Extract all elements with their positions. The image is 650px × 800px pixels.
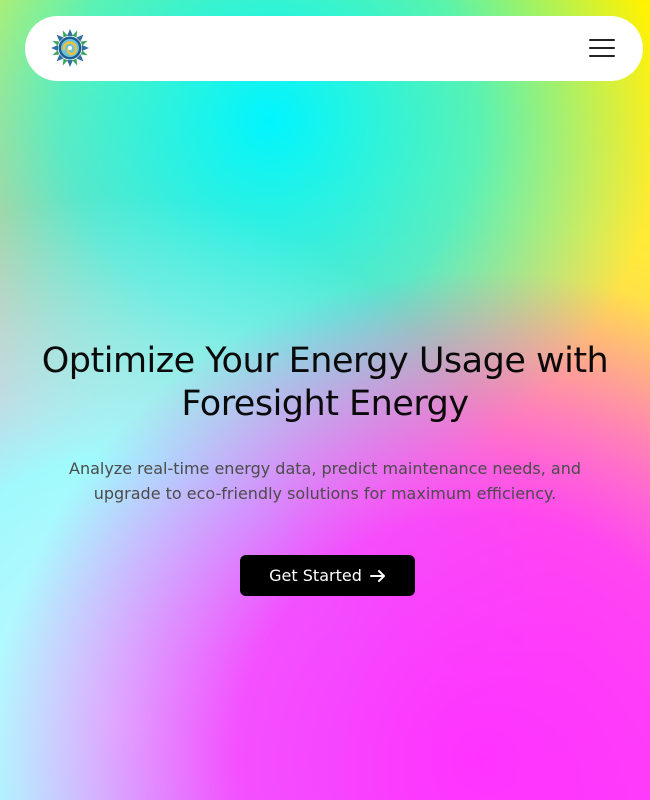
menu-bar bbox=[589, 39, 615, 41]
get-started-label: Get Started bbox=[269, 566, 362, 585]
hero-title: Optimize Your Energy Usage with Foresigh… bbox=[41, 341, 609, 424]
menu-bar bbox=[589, 55, 615, 57]
sun-swirl-logo-icon[interactable] bbox=[51, 29, 89, 67]
hero-section: Optimize Your Energy Usage with Foresigh… bbox=[0, 340, 650, 506]
arrow-right-icon bbox=[369, 569, 386, 583]
top-navbar bbox=[25, 16, 643, 81]
get-started-button[interactable]: Get Started bbox=[240, 555, 415, 596]
hero-subtitle: Analyze real-time energy data, predict m… bbox=[69, 459, 581, 503]
hamburger-menu-icon[interactable] bbox=[589, 38, 615, 58]
menu-bar bbox=[589, 47, 615, 49]
